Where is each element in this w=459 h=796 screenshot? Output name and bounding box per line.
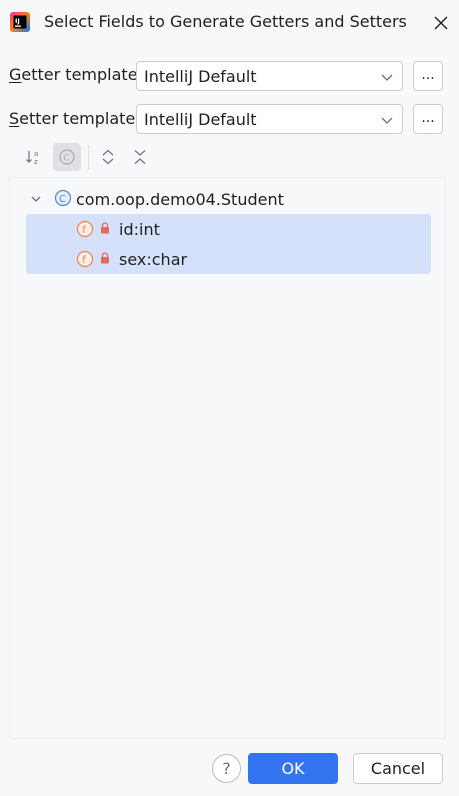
getter-template-value: IntelliJ Default (144, 67, 257, 86)
show-classes-button[interactable]: C (53, 143, 81, 171)
sort-alphabetically-button[interactable]: a z (20, 143, 48, 171)
title-bar: IJ Select Fields to Generate Getters and… (0, 0, 459, 46)
getter-template-label: Getter template: (9, 65, 143, 84)
tree-field-item[interactable]: f sex:char (26, 244, 431, 274)
svg-text:a: a (34, 150, 38, 158)
setter-template-label: Setter template: (9, 109, 141, 128)
field-label: sex:char (119, 250, 188, 269)
toolbar-separator (88, 145, 89, 169)
fields-tree[interactable]: C com.oop.demo04.Student f id:int f sex:… (9, 177, 446, 739)
lock-icon (101, 222, 109, 234)
ok-button[interactable]: OK (248, 753, 338, 784)
svg-text:C: C (63, 154, 69, 164)
expand-all-button[interactable] (94, 143, 122, 171)
close-icon[interactable] (430, 12, 452, 34)
collapse-all-button[interactable] (126, 143, 154, 171)
tree-root-label: com.oop.demo04.Student (76, 190, 284, 209)
svg-text:z: z (34, 158, 38, 166)
sort-alphabetically-icon: a z (26, 150, 38, 166)
help-button[interactable]: ? (212, 754, 241, 783)
collapse-all-icon (134, 150, 146, 164)
cancel-button[interactable]: Cancel (353, 753, 443, 784)
field-icon: f (76, 220, 94, 238)
intellij-icon: IJ (10, 12, 30, 32)
expand-all-icon (102, 149, 114, 165)
dialog-title: Select Fields to Generate Getters and Se… (44, 12, 407, 31)
class-icon: C (54, 189, 72, 207)
getter-template-more-button[interactable]: ... (413, 61, 443, 91)
selected-fields: f id:int f sex:char (26, 214, 431, 274)
svg-text:C: C (59, 194, 66, 205)
tree-root-class[interactable]: C com.oop.demo04.Student (26, 186, 430, 212)
show-classes-icon: C (59, 149, 75, 165)
field-label: id:int (119, 220, 160, 239)
chevron-down-icon[interactable] (30, 193, 42, 205)
tree-field-item[interactable]: f id:int (26, 214, 431, 244)
setter-template-more-button[interactable]: ... (413, 104, 443, 134)
svg-text:IJ: IJ (15, 17, 20, 25)
setter-template-value: IntelliJ Default (144, 110, 257, 129)
chevron-down-icon (381, 74, 393, 81)
field-icon: f (76, 250, 94, 268)
setter-template-select[interactable]: IntelliJ Default (136, 104, 403, 134)
svg-text:f: f (82, 255, 86, 266)
lock-icon (101, 252, 109, 264)
getter-template-select[interactable]: IntelliJ Default (136, 61, 403, 91)
chevron-down-icon (381, 117, 393, 124)
svg-text:f: f (82, 225, 86, 236)
